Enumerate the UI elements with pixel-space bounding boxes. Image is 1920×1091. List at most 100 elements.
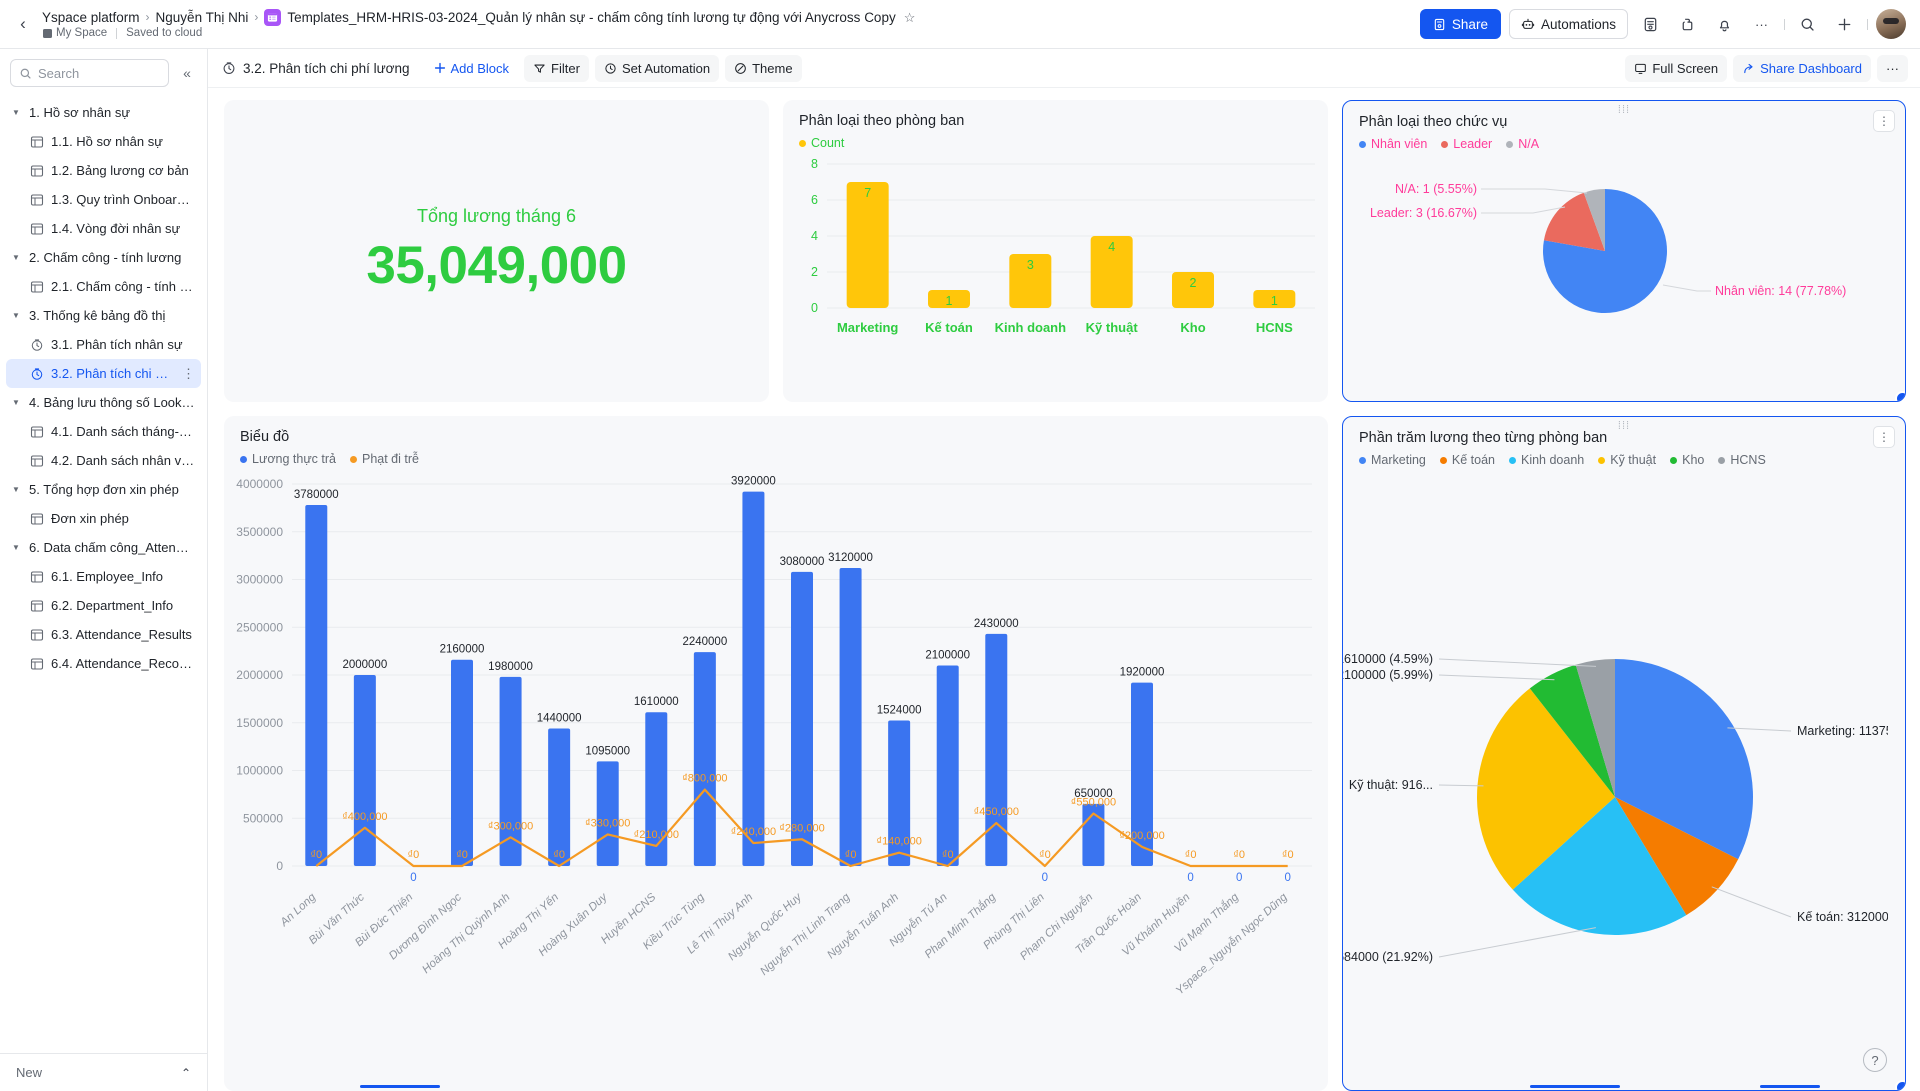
card-menu-button[interactable]: ⋮	[1873, 426, 1895, 448]
table-icon	[29, 569, 44, 584]
legend-item[interactable]: N/A	[1506, 137, 1539, 151]
more-options-icon[interactable]: ···	[1747, 10, 1776, 39]
legend-label: Kho	[1682, 453, 1705, 467]
salary-share-pie-card[interactable]: ⁞⁞⁞ ⋮ Phần trăm lương theo từng phòng ba…	[1342, 416, 1906, 1091]
svg-text:2000000: 2000000	[236, 668, 283, 682]
sidebar-item-label: 4.1. Danh sách tháng-năm	[51, 424, 195, 439]
chevron-down-icon[interactable]: ▼	[12, 543, 22, 552]
sidebar-item-1[interactable]: 1.1. Hồ sơ nhân sự	[6, 127, 201, 156]
legend-label: N/A	[1518, 137, 1540, 151]
sidebar-item-19[interactable]: 6.4. Attendance_Records	[6, 649, 201, 678]
add-icon[interactable]	[1830, 10, 1859, 39]
sidebar-item-16[interactable]: 6.1. Employee_Info	[6, 562, 201, 591]
kpi-card[interactable]: Tổng lương tháng 6 35,049,000	[224, 100, 769, 402]
table-icon	[29, 627, 44, 642]
chevron-down-icon[interactable]: ▼	[12, 485, 22, 494]
sidebar-item-9[interactable]: 3.2. Phân tích chi phí lư... ⋮	[6, 359, 201, 388]
search-icon[interactable]	[1793, 10, 1822, 39]
theme-button[interactable]: Theme	[725, 54, 802, 82]
chevron-down-icon[interactable]: ▼	[12, 253, 22, 262]
sidebar-item-17[interactable]: 6.2. Department_Info	[6, 591, 201, 620]
legend-item[interactable]: HCNS	[1718, 453, 1766, 467]
search-box[interactable]	[10, 59, 169, 87]
favorite-star-icon[interactable]: ☆	[904, 9, 916, 26]
legend-swatch	[1359, 140, 1366, 148]
sidebar-item-18[interactable]: 6.3. Attendance_Results	[6, 620, 201, 649]
legend-item[interactable]: Kỹ thuật	[1598, 453, 1656, 467]
sidebar-item-0[interactable]: ▼ 1. Hồ sơ nhân sự	[6, 98, 201, 127]
plus-icon	[434, 62, 446, 74]
salary-chart-card[interactable]: Biểu đồ Lương thực trả Phạt đi trễ 0 50000…	[224, 416, 1328, 1091]
bottom-scroll-indicator[interactable]	[0, 1082, 1920, 1091]
legend-swatch	[350, 455, 357, 463]
avatar[interactable]	[1876, 9, 1906, 39]
sidebar-item-13[interactable]: ▼ 5. Tổng hợp đơn xin phép	[6, 475, 201, 504]
collapse-sidebar-button[interactable]: «	[175, 61, 199, 85]
sidebar-item-3[interactable]: 1.3. Quy trình Onboarding	[6, 185, 201, 214]
extensions-icon[interactable]	[1673, 10, 1702, 39]
help-icon[interactable]: ?	[1863, 1048, 1887, 1072]
palette-icon	[734, 62, 747, 75]
svg-text:₫0: ₫0	[1282, 849, 1294, 861]
sidebar-item-label: 1.3. Quy trình Onboarding	[51, 192, 195, 207]
share-dashboard-button[interactable]: Share Dashboard	[1733, 54, 1871, 82]
full-screen-button[interactable]: Full Screen	[1625, 54, 1728, 82]
sidebar-item-more-icon[interactable]: ⋮	[182, 367, 195, 380]
legend-item[interactable]: Kế toán	[1439, 453, 1495, 467]
legend-item[interactable]: Phạt đi trễ	[350, 452, 419, 466]
back-button[interactable]: ‹	[10, 11, 36, 37]
legend-label: Marketing	[1371, 453, 1426, 467]
sidebar-item-7[interactable]: ▼ 3. Thống kê bảng đồ thị	[6, 301, 201, 330]
svg-text:500000: 500000	[243, 811, 283, 825]
sidebar-item-5[interactable]: ▼ 2. Chấm công - tính lương	[6, 243, 201, 272]
chevron-down-icon[interactable]: ▼	[12, 311, 22, 320]
sidebar-item-2[interactable]: 1.2. Bảng lương cơ bản	[6, 156, 201, 185]
legend-item[interactable]: Leader	[1441, 137, 1492, 151]
sidebar-item-6[interactable]: 2.1. Chấm công - tính lương	[6, 272, 201, 301]
legend-item[interactable]: Kho	[1670, 453, 1704, 467]
card-menu-button[interactable]: ⋮	[1873, 110, 1895, 132]
drag-handle[interactable]: ⁞⁞⁞	[1618, 421, 1630, 432]
legend-item[interactable]: Count	[799, 136, 844, 150]
chevron-up-icon[interactable]: ⌃	[181, 1066, 191, 1080]
legend-item[interactable]: Marketing	[1359, 453, 1426, 467]
department-count-chart-card[interactable]: Phân loại theo phòng ban Count 0 2 4 6 8 7 Mar…	[783, 100, 1328, 402]
svg-text:0: 0	[1042, 872, 1048, 884]
legend-swatch	[1718, 456, 1726, 464]
table-icon	[29, 134, 44, 149]
kpi-value: 35,049,000	[366, 236, 627, 295]
drag-handle[interactable]: ⁞⁞⁞	[1618, 105, 1630, 116]
share-label: Share	[1451, 16, 1488, 32]
svg-text:3120000: 3120000	[828, 552, 873, 564]
search-input[interactable]	[38, 65, 160, 81]
svg-text:Kỹ thuật: Kỹ thuật	[1086, 320, 1139, 335]
chevron-down-icon[interactable]: ▼	[12, 108, 22, 117]
dashboard-more-button[interactable]: ···	[1877, 54, 1908, 82]
legend-item[interactable]: Lương thực trả	[240, 452, 336, 466]
notification-bell-icon[interactable]	[1710, 10, 1739, 39]
add-block-button[interactable]: Add Block	[425, 55, 519, 82]
space-label[interactable]: My Space	[43, 27, 107, 39]
chevron-down-icon[interactable]: ▼	[12, 398, 22, 407]
automations-button[interactable]: Automations	[1508, 9, 1628, 39]
sidebar-item-11[interactable]: 4.1. Danh sách tháng-năm	[6, 417, 201, 446]
legend-item[interactable]: Nhân viên	[1359, 137, 1427, 151]
set-automation-button[interactable]: Set Automation	[594, 54, 720, 82]
sidebar-item-15[interactable]: ▼ 6. Data chấm công_Attendance	[6, 533, 201, 562]
breadcrumb-item-workspace[interactable]: Yspace platform	[42, 9, 140, 26]
sidebar-item-10[interactable]: ▼ 4. Bảng lưu thông số Look up	[6, 388, 201, 417]
sidebar-item-12[interactable]: 4.2. Danh sách nhân viên th...	[6, 446, 201, 475]
breadcrumb-item-user[interactable]: Nguyễn Thị Nhi	[156, 9, 249, 26]
role-pie-chart-card[interactable]: ⁞⁞⁞ ⋮ Phân loại theo chức vụ Nhân viên Le…	[1342, 100, 1906, 402]
svg-text:₫240,000: ₫240,000	[731, 826, 776, 838]
legend-item[interactable]: Kinh doanh	[1508, 453, 1584, 467]
history-icon[interactable]	[1636, 10, 1665, 39]
automations-label: Automations	[1540, 16, 1616, 32]
sidebar-item-14[interactable]: Đơn xin phép	[6, 504, 201, 533]
share-button[interactable]: Share	[1419, 9, 1501, 39]
document-title: Templates_HRM-HRIS-03-2024_Quản lý nhân …	[287, 10, 896, 25]
filter-button[interactable]: Filter	[524, 54, 589, 82]
sidebar-item-4[interactable]: 1.4. Vòng đời nhân sự	[6, 214, 201, 243]
share-dashboard-label: Share Dashboard	[1760, 60, 1862, 76]
sidebar-item-8[interactable]: 3.1. Phân tích nhân sự	[6, 330, 201, 359]
